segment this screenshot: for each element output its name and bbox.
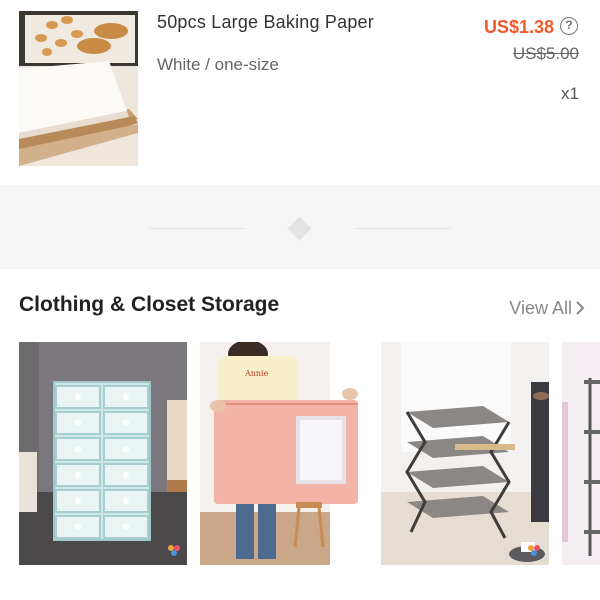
- product-card[interactable]: [19, 342, 187, 565]
- section-title: Clothing & Closet Storage: [19, 293, 280, 316]
- product-card[interactable]: Annie: [200, 342, 368, 565]
- section-divider: [0, 186, 600, 269]
- divider-line-left: [150, 228, 245, 229]
- product-card[interactable]: [562, 342, 600, 565]
- chevron-right-icon[interactable]: [574, 300, 586, 316]
- order-item-row[interactable]: 50pcs Large Baking Paper White / one-siz…: [0, 0, 600, 186]
- quantity-label: x1: [561, 84, 579, 103]
- view-all-link[interactable]: View All: [509, 298, 572, 319]
- product-variant: White / one-size: [157, 55, 279, 74]
- divider-diamond-icon: [287, 216, 312, 241]
- divider-line-right: [355, 228, 450, 229]
- original-price: US$5.00: [512, 44, 579, 63]
- product-title[interactable]: 50pcs Large Baking Paper: [157, 12, 374, 33]
- product-thumbnail[interactable]: [19, 11, 138, 166]
- clear-shoe-box-stack-image: [19, 342, 187, 565]
- recommendation-section: Clothing & Closet Storage View All Annie: [0, 269, 600, 600]
- question-circle-icon[interactable]: ?: [560, 17, 578, 35]
- foldable-shoe-rack-image: [381, 342, 549, 565]
- shirt-text: Annie: [244, 369, 269, 378]
- product-card[interactable]: [381, 342, 549, 565]
- product-carousel[interactable]: Annie: [19, 342, 600, 565]
- metal-shelf-rack-image: [562, 342, 600, 565]
- sale-price: US$1.38: [483, 17, 554, 37]
- pink-storage-bag-image: Annie: [200, 342, 368, 565]
